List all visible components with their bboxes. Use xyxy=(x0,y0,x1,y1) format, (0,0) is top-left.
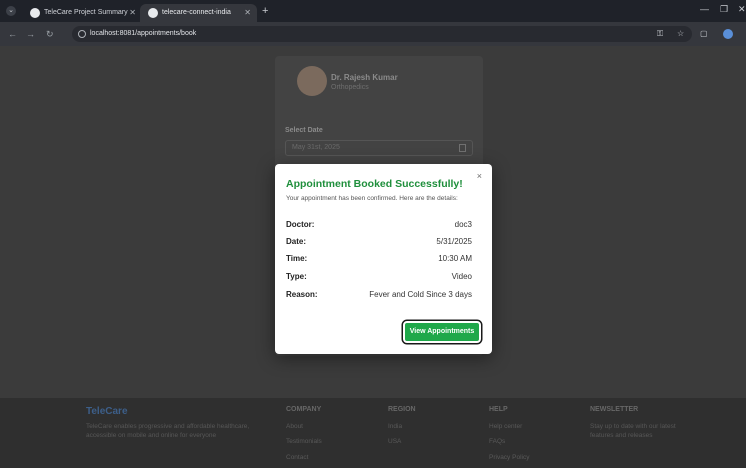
tab-telecare-summary[interactable]: TeleCare Project Summary ✕ xyxy=(22,4,142,22)
footer-link-privacy[interactable]: Privacy Policy xyxy=(489,454,529,461)
footer: TeleCare TeleCare enables progressive an… xyxy=(0,398,746,468)
extensions-icon[interactable]: ▢ xyxy=(700,28,708,40)
address-bar[interactable]: localhost:8081/appointments/book xyxy=(72,26,692,42)
maximize-icon[interactable]: ❐ xyxy=(720,4,728,15)
footer-link-usa[interactable]: USA xyxy=(388,438,401,445)
modal-title: Appointment Booked Successfully! xyxy=(286,178,463,190)
newsletter-text: Stay up to date with our latest features… xyxy=(590,423,676,439)
detail-value: 10:30 AM xyxy=(438,254,472,263)
url-text: localhost:8081/appointments/book xyxy=(90,30,197,37)
footer-link-help-center[interactable]: Help center xyxy=(489,423,522,430)
new-tab-icon[interactable]: + xyxy=(262,4,268,18)
footer-description: TeleCare enables progressive and afforda… xyxy=(86,423,250,439)
reload-icon[interactable]: ↻ xyxy=(46,28,54,40)
view-appointments-button[interactable]: View Appointments xyxy=(403,321,481,343)
doctor-specialty: Orthopedics xyxy=(331,84,369,91)
footer-brand: TeleCare xyxy=(86,406,128,417)
detail-value: doc3 xyxy=(454,220,472,229)
tab-title: telecare-connect-india xyxy=(162,9,231,16)
tab-close-icon[interactable]: ✕ xyxy=(129,4,136,22)
tab-close-icon[interactable]: ✕ xyxy=(244,4,251,22)
footer-link-about[interactable]: About xyxy=(286,423,303,430)
detail-label: Date: xyxy=(286,237,307,246)
detail-row-reason: Reason: Fever and Cold Since 3 days xyxy=(286,290,472,302)
tab-search-icon[interactable]: ⌄ xyxy=(6,6,16,16)
tab-favicon-icon xyxy=(30,8,40,18)
site-info-icon[interactable] xyxy=(78,30,86,38)
date-value: May 31st, 2025 xyxy=(292,144,340,151)
tab-title: TeleCare Project Summary xyxy=(44,9,128,16)
footer-link-contact[interactable]: Contact xyxy=(286,454,308,461)
minimize-icon[interactable]: — xyxy=(700,4,709,14)
detail-row-date: Date: 5/31/2025 xyxy=(286,237,472,249)
forward-icon[interactable]: → xyxy=(26,28,35,40)
detail-label: Time: xyxy=(286,254,308,263)
detail-value: 5/31/2025 xyxy=(436,237,472,246)
detail-row-doctor: Doctor: doc3 xyxy=(286,220,472,232)
bookmark-star-icon[interactable]: ☆ xyxy=(677,28,684,40)
footer-heading-region: REGION xyxy=(388,406,416,413)
close-icon[interactable]: × xyxy=(477,171,482,181)
date-input[interactable]: May 31st, 2025 xyxy=(285,140,473,156)
footer-heading-company: COMPANY xyxy=(286,406,322,413)
browser-tab-bar: ⌄ TeleCare Project Summary ✕ telecare-co… xyxy=(0,0,746,22)
detail-label: Doctor: xyxy=(286,220,315,229)
footer-heading-newsletter: NEWSLETTER xyxy=(590,406,639,413)
browser-toolbar: ← → ↻ localhost:8081/appointments/book ⚿… xyxy=(0,22,746,46)
calendar-icon[interactable] xyxy=(459,144,466,152)
profile-avatar-icon[interactable] xyxy=(723,29,733,39)
detail-row-type: Type: Video xyxy=(286,272,472,284)
booking-success-modal: Appointment Booked Successfully! × Your … xyxy=(275,164,492,354)
detail-value: Video xyxy=(451,272,472,281)
footer-link-india[interactable]: India xyxy=(388,423,402,430)
detail-value: Fever and Cold Since 3 days xyxy=(369,290,472,299)
detail-label: Type: xyxy=(286,272,307,281)
tab-telecare-connect[interactable]: telecare-connect-india ✕ xyxy=(140,4,257,22)
window-close-icon[interactable]: ✕ xyxy=(738,4,746,15)
tab-favicon-icon xyxy=(148,8,158,18)
doctor-avatar xyxy=(297,66,327,96)
password-key-icon[interactable]: ⚿ xyxy=(657,28,663,40)
back-icon[interactable]: ← xyxy=(8,28,17,40)
footer-link-testimonials[interactable]: Testimonials xyxy=(286,438,322,445)
footer-link-faqs[interactable]: FAQs xyxy=(489,438,505,445)
select-date-label: Select Date xyxy=(285,127,323,134)
detail-row-time: Time: 10:30 AM xyxy=(286,254,472,266)
footer-heading-help: HELP xyxy=(489,406,508,413)
doctor-name: Dr. Rajesh Kumar xyxy=(331,73,398,82)
modal-subtitle: Your appointment has been confirmed. Her… xyxy=(286,195,458,202)
detail-label: Reason: xyxy=(286,290,318,299)
